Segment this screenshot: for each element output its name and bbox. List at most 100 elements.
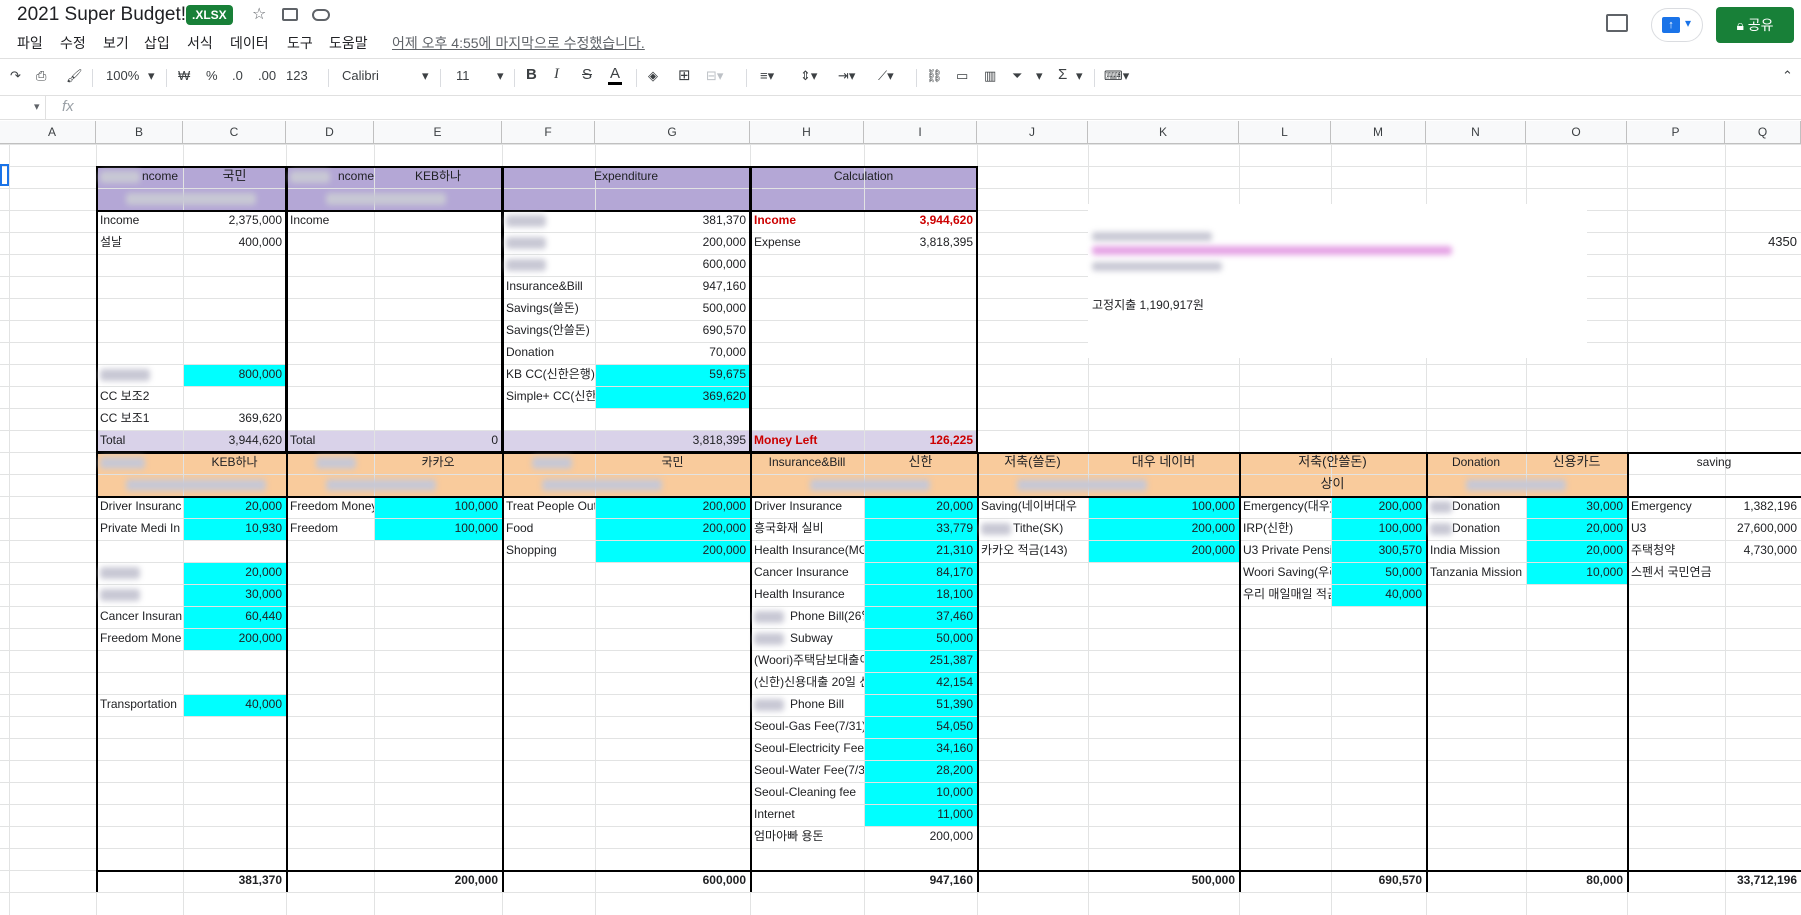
section-total[interactable]: 600,000 bbox=[595, 870, 750, 892]
column-header-q[interactable]: Q bbox=[1725, 121, 1801, 144]
column-header-n[interactable]: N bbox=[1426, 121, 1526, 144]
borders-icon[interactable]: ⊞ bbox=[678, 66, 691, 84]
section-total[interactable]: 947,160 bbox=[864, 870, 977, 892]
income1-bank-label[interactable]: 국민 bbox=[183, 166, 286, 188]
item-value[interactable]: 42,154 bbox=[864, 672, 977, 694]
expenditure-label[interactable]: KB CC(신한은행) bbox=[502, 364, 595, 386]
section-title[interactable]: 저축(쓸돈) bbox=[977, 452, 1088, 474]
item-value[interactable]: 37,460 bbox=[864, 606, 977, 628]
item-label[interactable]: Seoul-Water Fee(7/31) bbox=[750, 760, 864, 782]
item-value[interactable]: 40,000 bbox=[183, 694, 286, 716]
item-value[interactable]: 34,160 bbox=[864, 738, 977, 760]
column-header-g[interactable]: G bbox=[595, 121, 750, 144]
item-value[interactable]: 10,000 bbox=[1526, 562, 1627, 584]
last-edit-link[interactable]: 어제 오후 4:55에 마지막으로 수정했습니다. bbox=[392, 33, 645, 53]
item-label[interactable]: Emergency(대우) bbox=[1239, 496, 1331, 518]
item-value[interactable]: 28,200 bbox=[864, 760, 977, 782]
cloud-status-icon[interactable] bbox=[312, 9, 330, 21]
q-value[interactable]: 4350 bbox=[1725, 232, 1801, 254]
item-label[interactable]: India Mission bbox=[1426, 540, 1526, 562]
item-value[interactable]: 27,600,000 bbox=[1725, 518, 1801, 540]
fill-color-icon[interactable]: ◈ bbox=[648, 68, 658, 84]
print-icon[interactable]: ⎙ bbox=[36, 68, 46, 84]
italic-button[interactable]: I bbox=[554, 66, 559, 83]
item-label[interactable]: IRP(신한) bbox=[1239, 518, 1331, 540]
section-title[interactable]: saving bbox=[1627, 452, 1801, 474]
item-value[interactable]: 1,382,196 bbox=[1725, 496, 1801, 518]
item-value[interactable]: 84,170 bbox=[864, 562, 977, 584]
item-value[interactable]: 20,000 bbox=[183, 562, 286, 584]
income2-header-label[interactable]: ncome bbox=[286, 166, 374, 188]
item-label[interactable]: 엄마아빠 용돈 bbox=[750, 826, 864, 848]
calc-income-value[interactable]: 3,944,620 bbox=[864, 210, 977, 232]
redo-icon[interactable]: ↷ bbox=[10, 68, 21, 84]
insert-comment-icon[interactable]: ▭ bbox=[956, 68, 968, 84]
item-value[interactable]: 33,779 bbox=[864, 518, 977, 540]
menu-insert[interactable]: 삽입 bbox=[144, 33, 170, 53]
item-value[interactable]: 20,000 bbox=[1526, 518, 1627, 540]
income-label[interactable]: CC 보조2 bbox=[96, 386, 183, 408]
item-label[interactable]: Saving(네이버대우 bbox=[977, 496, 1088, 518]
item-label[interactable]: Seoul-Electricity Fee(8/18 결 bbox=[750, 738, 864, 760]
item-label[interactable]: Health Insurance bbox=[750, 584, 864, 606]
item-label[interactable]: Emergency bbox=[1627, 496, 1725, 518]
insert-link-icon[interactable]: ⛓︎ bbox=[926, 68, 943, 84]
expenditure-value[interactable]: 59,675 bbox=[595, 364, 750, 386]
item-label[interactable]: Internet bbox=[750, 804, 864, 826]
merge-cells-icon[interactable]: ⊟▾ bbox=[706, 68, 723, 84]
section-bank-label[interactable]: KEB하나 bbox=[183, 452, 286, 474]
menu-data[interactable]: 데이터 bbox=[230, 33, 269, 53]
section-subtitle[interactable]: 상이 bbox=[1239, 474, 1426, 496]
item-value[interactable]: 200,000 bbox=[1331, 496, 1426, 518]
total-label[interactable]: Total bbox=[96, 430, 183, 452]
item-label[interactable]: Woori Saving(우리) bbox=[1239, 562, 1331, 584]
expenditure-value[interactable]: 947,160 bbox=[595, 276, 750, 298]
item-value[interactable]: 100,000 bbox=[374, 496, 502, 518]
item-value[interactable]: 200,000 bbox=[595, 496, 750, 518]
item-label[interactable]: Seoul-Cleaning fee bbox=[750, 782, 864, 804]
item-label[interactable]: (Woori)주택담보대출이자 bbox=[750, 650, 864, 672]
star-icon[interactable]: ☆ bbox=[252, 4, 266, 24]
text-wrap-icon[interactable]: ⇥▾ bbox=[838, 68, 855, 84]
item-value[interactable]: 10,000 bbox=[864, 782, 977, 804]
expenditure-label[interactable]: Savings(안쓸돈) bbox=[502, 320, 595, 342]
expenditure-total[interactable]: 3,818,395 bbox=[595, 430, 750, 452]
column-header-a[interactable]: A bbox=[9, 121, 96, 144]
currency-button[interactable]: ₩ bbox=[178, 68, 190, 83]
menu-format[interactable]: 서식 bbox=[187, 33, 213, 53]
item-label[interactable]: Private Medi In bbox=[96, 518, 183, 540]
section-bank-label[interactable]: 카카오 bbox=[374, 452, 502, 474]
section-total[interactable]: 33,712,196 bbox=[1725, 870, 1801, 892]
item-label[interactable]: Health Insurance(MGINS) bbox=[750, 540, 864, 562]
section-title[interactable]: Insurance&Bill bbox=[750, 452, 864, 474]
expenditure-value[interactable]: 600,000 bbox=[595, 254, 750, 276]
item-value[interactable]: 20,000 bbox=[183, 496, 286, 518]
item-label[interactable]: Transportation bbox=[96, 694, 183, 716]
item-value[interactable]: 100,000 bbox=[374, 518, 502, 540]
font-size-select[interactable]: 11 bbox=[456, 68, 470, 83]
income-label[interactable]: Income bbox=[96, 210, 183, 232]
column-header-h[interactable]: H bbox=[750, 121, 864, 144]
column-header-l[interactable]: L bbox=[1239, 121, 1331, 144]
item-label[interactable]: Cancer Insuran bbox=[96, 606, 183, 628]
calc-expense-value[interactable]: 3,818,395 bbox=[864, 232, 977, 254]
income-label[interactable]: CC 보조1 bbox=[96, 408, 183, 430]
item-value[interactable]: 4,730,000 bbox=[1725, 540, 1801, 562]
item-value[interactable]: 21,310 bbox=[864, 540, 977, 562]
selected-cell[interactable] bbox=[0, 164, 9, 186]
item-label[interactable]: 스펜서 국민연금 bbox=[1627, 562, 1725, 584]
column-header-e[interactable]: E bbox=[374, 121, 502, 144]
column-header-m[interactable]: M bbox=[1331, 121, 1426, 144]
item-label[interactable]: Cancer Insurance bbox=[750, 562, 864, 584]
functions-button[interactable]: Σ bbox=[1058, 66, 1067, 83]
section-bank-label[interactable]: 대우 네이버 bbox=[1088, 452, 1239, 474]
item-value[interactable]: 40,000 bbox=[1331, 584, 1426, 606]
column-header-c[interactable]: C bbox=[183, 121, 286, 144]
section-total[interactable]: 500,000 bbox=[1088, 870, 1239, 892]
item-label[interactable]: (신한)신용대출 20일 선납 bbox=[750, 672, 864, 694]
item-label[interactable]: Freedom Money bbox=[286, 496, 374, 518]
section-title[interactable]: 저축(안쓸돈) bbox=[1239, 452, 1426, 474]
expenditure-label[interactable]: Savings(쓸돈) bbox=[502, 298, 595, 320]
calc-expense-label[interactable]: Expense bbox=[750, 232, 864, 254]
column-header-k[interactable]: K bbox=[1088, 121, 1239, 144]
